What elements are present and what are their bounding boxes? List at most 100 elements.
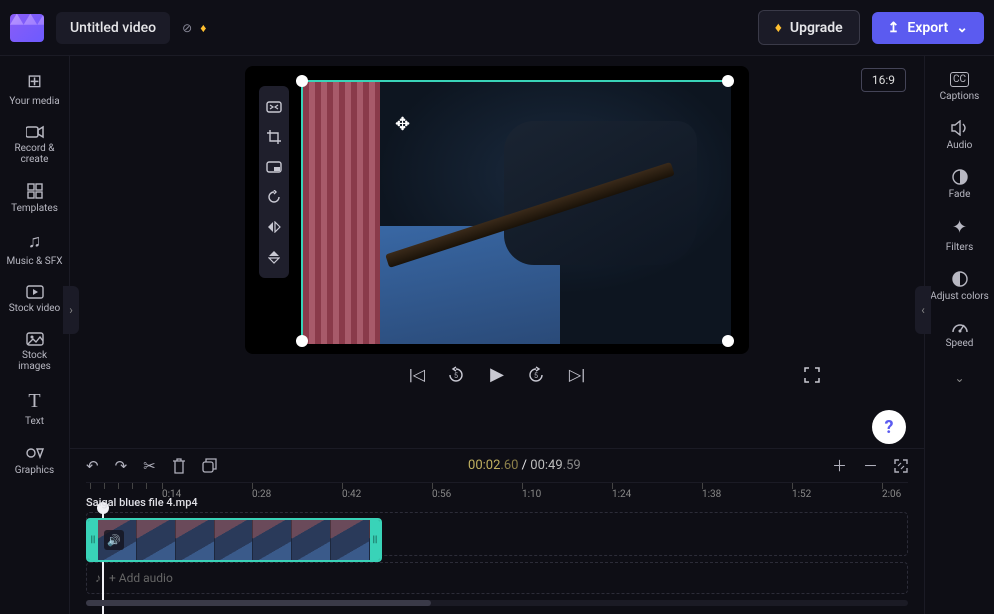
timeline-ruler[interactable]: 0:140:280:420:561:101:241:381:522:06 xyxy=(86,482,908,506)
clip-trim-left[interactable]: || xyxy=(88,520,98,560)
speed-icon xyxy=(951,320,969,334)
ruler-tick: 1:10 xyxy=(522,489,541,500)
more-properties-button[interactable]: ⌄ xyxy=(954,371,964,385)
sidebar-item-label: Your media xyxy=(9,96,59,107)
duration: 00:49 xyxy=(530,458,562,473)
crop-button[interactable] xyxy=(259,122,289,152)
sidebar-item-your-media[interactable]: ⊞ Your media xyxy=(5,72,65,107)
canvas-toolbar xyxy=(259,86,289,278)
expand-right-panel[interactable]: ‹ xyxy=(915,286,931,334)
timeline-scrollbar[interactable] xyxy=(86,600,908,606)
sidebar-item-label: Audio xyxy=(947,140,973,151)
delete-button[interactable] xyxy=(172,458,186,474)
aspect-ratio-selector[interactable]: 16:9 xyxy=(861,68,906,92)
resize-handle-br[interactable] xyxy=(722,335,734,347)
timeline-tracks: Saigal blues file 4.mp4 || || 🔊 xyxy=(86,512,908,606)
sidebar-item-stock-video[interactable]: Stock video xyxy=(5,285,65,314)
thumb xyxy=(215,520,254,560)
sidebar-item-fade[interactable]: Fade xyxy=(930,169,990,200)
export-button[interactable]: ↥ Export ⌄ xyxy=(872,12,984,44)
media-icon: ⊞ xyxy=(27,72,42,92)
ruler-tick: 0:28 xyxy=(252,489,271,500)
thumb xyxy=(331,520,370,560)
flip-horizontal-button[interactable] xyxy=(259,212,289,242)
duplicate-button[interactable] xyxy=(202,458,217,473)
thumb xyxy=(292,520,331,560)
add-track-button[interactable]: ＋ xyxy=(832,455,847,476)
sidebar-item-label: Stock video xyxy=(9,303,61,314)
upload-icon: ↥ xyxy=(888,20,900,36)
pip-button[interactable] xyxy=(259,152,289,182)
sidebar-item-stock-images[interactable]: Stock images xyxy=(5,332,65,372)
split-button[interactable]: ✂ xyxy=(143,457,156,475)
project-title[interactable]: Untitled video xyxy=(56,12,170,44)
sidebar-item-label: Templates xyxy=(11,203,58,214)
sidebar-item-label: Fade xyxy=(949,189,971,200)
sidebar-item-filters[interactable]: ✦ Filters xyxy=(930,218,990,253)
scrollbar-thumb[interactable] xyxy=(86,600,431,606)
skip-end-button[interactable]: ▷| xyxy=(567,365,587,384)
right-sidebar: CC Captions Audio Fade ✦ Filters Adjust … xyxy=(924,56,994,614)
image-icon xyxy=(26,332,44,346)
fullscreen-button[interactable] xyxy=(804,367,824,383)
cloud-sync-off-icon[interactable]: ⊘ xyxy=(182,21,192,35)
sidebar-item-music[interactable]: ♫ Music & SFX xyxy=(5,232,65,267)
resize-handle-tr[interactable] xyxy=(722,75,734,87)
move-cursor-icon: ✥ xyxy=(395,114,410,135)
duration-frac: .59 xyxy=(563,458,581,473)
timeline: 0:140:280:420:561:101:241:381:522:06 Sai… xyxy=(70,482,924,614)
sidebar-item-graphics[interactable]: Graphics xyxy=(5,445,65,476)
sidebar-item-label: Filters xyxy=(946,242,974,253)
zoom-fit-button[interactable] xyxy=(894,459,908,473)
current-time-frac: .60 xyxy=(500,458,518,473)
video-icon xyxy=(26,285,44,299)
upgrade-button[interactable]: ♦ Upgrade xyxy=(758,10,860,45)
fit-button[interactable] xyxy=(259,92,289,122)
play-button[interactable]: ▶ xyxy=(487,364,507,385)
sidebar-item-text[interactable]: T Text xyxy=(5,390,65,427)
redo-button[interactable]: ↷ xyxy=(115,457,128,475)
diamond-icon: ♦ xyxy=(775,19,782,36)
camera-icon xyxy=(26,125,44,139)
sidebar-item-audio[interactable]: Audio xyxy=(930,120,990,151)
sidebar-item-label: Text xyxy=(25,416,44,427)
resize-handle-tl[interactable] xyxy=(296,75,308,87)
sidebar-item-speed[interactable]: Speed xyxy=(930,320,990,349)
sidebar-item-captions[interactable]: CC Captions xyxy=(930,72,990,102)
clip-mute-button[interactable]: 🔊 xyxy=(104,530,124,550)
ruler-tick: 2:06 xyxy=(882,489,901,500)
sidebar-item-record[interactable]: Record & create xyxy=(5,125,65,165)
thumb xyxy=(176,520,215,560)
filters-icon: ✦ xyxy=(952,218,967,238)
help-button[interactable]: ? xyxy=(872,410,906,444)
rotate-button[interactable] xyxy=(259,182,289,212)
skip-start-button[interactable]: |◁ xyxy=(407,365,427,384)
video-clip[interactable]: || || 🔊 xyxy=(86,518,382,562)
sidebar-item-adjust-colors[interactable]: Adjust colors xyxy=(930,271,990,302)
resize-handle-bl[interactable] xyxy=(296,335,308,347)
graphics-icon xyxy=(26,445,44,461)
timeline-toolbar: ↶ ↷ ✂ 00:02.60 / 00:49.59 ＋ － xyxy=(70,448,924,482)
chevron-down-icon: ⌄ xyxy=(956,20,968,36)
forward-5s-button[interactable]: 5 xyxy=(527,366,547,384)
selection-frame[interactable]: ✥ xyxy=(301,80,729,342)
audio-track[interactable]: ♪ + Add audio xyxy=(86,562,908,594)
ruler-tick: 1:52 xyxy=(792,489,811,500)
ruler-tick: 1:24 xyxy=(612,489,631,500)
note-icon: ♪ xyxy=(95,571,101,585)
clip-trim-right[interactable]: || xyxy=(370,520,380,560)
clip-thumbnails xyxy=(98,520,370,560)
sidebar-item-label: Record & create xyxy=(5,143,65,165)
flip-vertical-button[interactable] xyxy=(259,242,289,272)
premium-diamond-icon[interactable]: ♦ xyxy=(200,21,206,35)
music-icon: ♫ xyxy=(28,232,42,252)
sidebar-item-templates[interactable]: Templates xyxy=(5,183,65,214)
undo-button[interactable]: ↶ xyxy=(86,457,99,475)
preview-canvas[interactable]: ✥ xyxy=(245,66,749,354)
zoom-out-button[interactable]: － xyxy=(863,455,878,476)
add-audio-placeholder: + Add audio xyxy=(109,571,173,585)
clip-label: Saigal blues file 4.mp4 xyxy=(86,496,198,509)
app-logo[interactable] xyxy=(10,14,44,42)
sidebar-item-label: Adjust colors xyxy=(930,291,989,302)
back-5s-button[interactable]: 5 xyxy=(447,366,467,384)
